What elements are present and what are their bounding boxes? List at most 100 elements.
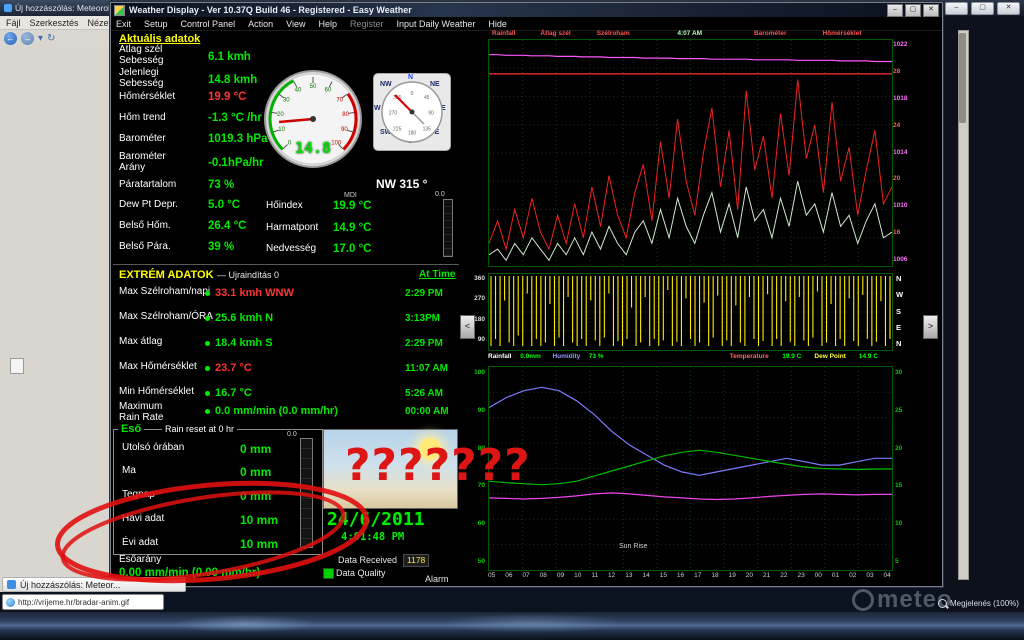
chart-scroll-left-button[interactable]: < <box>460 315 475 339</box>
axis-tick: 10 <box>895 520 915 527</box>
browser-menu-item[interactable]: Szerkesztés <box>30 18 79 28</box>
link-address-field[interactable]: http://vrijeme.hr/bradar-anim.gif <box>2 594 164 610</box>
back-button-icon[interactable]: ← <box>4 32 17 45</box>
chart-header-labels: RainfallÁtlag szélSzélroham4:07 AMBaromé… <box>488 30 891 39</box>
axis-tick: 1014 <box>893 149 917 156</box>
axis-tick: 50 <box>478 558 485 565</box>
data-received-count: 1178 <box>403 554 429 567</box>
x-axis-tick: 15 <box>660 572 667 579</box>
close-button[interactable]: ✕ <box>997 2 1020 15</box>
x-axis-tick: 12 <box>608 572 615 579</box>
axis-tick: 80 <box>478 445 485 452</box>
compass-axis-letter: W <box>896 290 903 299</box>
menu-item[interactable]: View <box>286 19 305 29</box>
menu-item[interactable]: Control Panel <box>181 19 236 29</box>
menu-item[interactable]: Setup <box>144 19 168 29</box>
rain-rate-label: Esőarány <box>119 555 207 566</box>
app-icon <box>114 5 125 16</box>
sunrise-annotation: Sun Rise <box>619 543 647 550</box>
window-title-bar[interactable]: Weather Display - Ver 10.37Q Build 46 - … <box>111 3 942 17</box>
taskbar-photo-strip <box>0 612 1024 640</box>
taskbar-status-item[interactable]: Új hozzászólás: Meteor... <box>2 577 186 592</box>
menu-item[interactable]: Action <box>248 19 273 29</box>
page-background-right <box>941 14 1024 614</box>
chart-header-label: Barométer <box>754 30 787 37</box>
x-axis-tick: 21 <box>763 572 770 579</box>
compass-degree: 45 <box>424 95 430 101</box>
menu-item[interactable]: Help <box>318 19 337 29</box>
extreme-time: 11:07 AM <box>405 363 448 374</box>
menu-item[interactable]: Hide <box>488 19 507 29</box>
rain-value: 10 mm <box>240 513 278 527</box>
gauge-tick: 40 <box>295 88 302 94</box>
browser-menu-item[interactable]: Fájl <box>6 18 21 28</box>
browser-toolbar: ← → ▾ ↻ <box>0 30 112 46</box>
axis-tick: 100 <box>474 369 485 376</box>
field-value: 39 % <box>208 241 234 253</box>
status-dot-icon <box>205 366 210 371</box>
field-value: 1019.3 hPa <box>208 133 267 145</box>
sky-image <box>323 429 458 509</box>
app-minimize-button[interactable]: – <box>887 4 903 17</box>
section-heading-extreme: EXTRÉM ADATOK <box>119 269 214 281</box>
zoom-control[interactable]: Megjelenés (100%) <box>938 599 1019 608</box>
field-value: -1.3 °C /hr <box>208 112 262 124</box>
gauge-tick: 30 <box>283 98 290 104</box>
gauge-tick: 90 <box>341 127 348 133</box>
watermark-logo-icon <box>852 589 874 611</box>
compass-axis-letter: S <box>896 307 903 316</box>
wind-direction-history-chart <box>488 273 893 351</box>
browser-tab[interactable]: Új hozzászólás: Meteorológ... <box>0 0 112 16</box>
rain-heading: Eső <box>118 423 144 435</box>
extreme-value: 33.1 kmh WNW <box>215 287 294 299</box>
rain-label: Tegnap <box>122 490 210 501</box>
section-divider <box>113 264 459 265</box>
axis-tick: 1022 <box>893 41 917 48</box>
field-label: Dew Pt Depr. <box>119 200 207 211</box>
axis-tick: 25 <box>895 407 915 414</box>
extreme-value: 0.0 mm/min (0.0 mm/hr) <box>215 405 338 417</box>
x-axis-tick: 08 <box>540 572 547 579</box>
maximize-button[interactable]: ▢ <box>971 2 994 15</box>
refresh-icon[interactable]: ↻ <box>47 33 55 44</box>
chart-header-label: Átlag szél <box>540 30 570 37</box>
x-axis-tick: 01 <box>832 572 839 579</box>
menu-item[interactable]: Register <box>350 19 384 29</box>
field-label: Jelenlegi Sebesség <box>119 68 171 90</box>
app-close-button[interactable]: ✕ <box>923 4 939 17</box>
app-maximize-button[interactable]: ▢ <box>905 4 921 17</box>
x-axis-tick: 22 <box>780 572 787 579</box>
x-axis-tick: 09 <box>557 572 564 579</box>
x-axis-tick: 11 <box>591 572 598 579</box>
axis-tick: 270 <box>474 295 485 302</box>
wind-direction-readout: NW 315 ° <box>376 177 427 191</box>
x-axis-tick: 06 <box>505 572 512 579</box>
axis-tick: 90 <box>478 407 485 414</box>
page-background-left <box>0 46 112 592</box>
forward-button-icon[interactable]: → <box>21 32 34 45</box>
legend-label: Humidity <box>552 353 580 360</box>
extreme-time: 00:00 AM <box>405 406 449 417</box>
extreme-value: 25.6 kmh N <box>215 312 273 324</box>
gauge-tick: 70 <box>336 98 343 104</box>
browser-scrollbar[interactable] <box>958 30 969 580</box>
rain-gauge-value: 0.0 <box>287 431 297 438</box>
dropdown-icon[interactable]: ▾ <box>38 33 43 44</box>
compass-axis-letter: N <box>896 274 903 283</box>
field-value: 19.9 °C <box>333 200 371 212</box>
minimize-button[interactable]: – <box>945 2 968 15</box>
mdi-label: MDI <box>344 192 357 199</box>
rain-gauge-bar <box>300 438 313 548</box>
browser-menu-item[interactable]: Nézet <box>88 18 112 28</box>
menu-item[interactable]: Exit <box>116 19 131 29</box>
menu-item[interactable]: Input Daily Weather <box>397 19 476 29</box>
status-dot-icon <box>205 316 210 321</box>
chat-icon <box>7 580 16 589</box>
data-quality-indicator <box>323 568 334 579</box>
chart-scroll-right-button[interactable]: > <box>923 315 938 339</box>
compass-axis-letter: E <box>896 323 903 332</box>
extreme-time: 3:13PM <box>405 313 440 324</box>
scrollbar-thumb[interactable] <box>959 33 966 123</box>
rain-value: 0 mm <box>240 489 271 503</box>
gauge-tick: 20 <box>277 112 284 118</box>
